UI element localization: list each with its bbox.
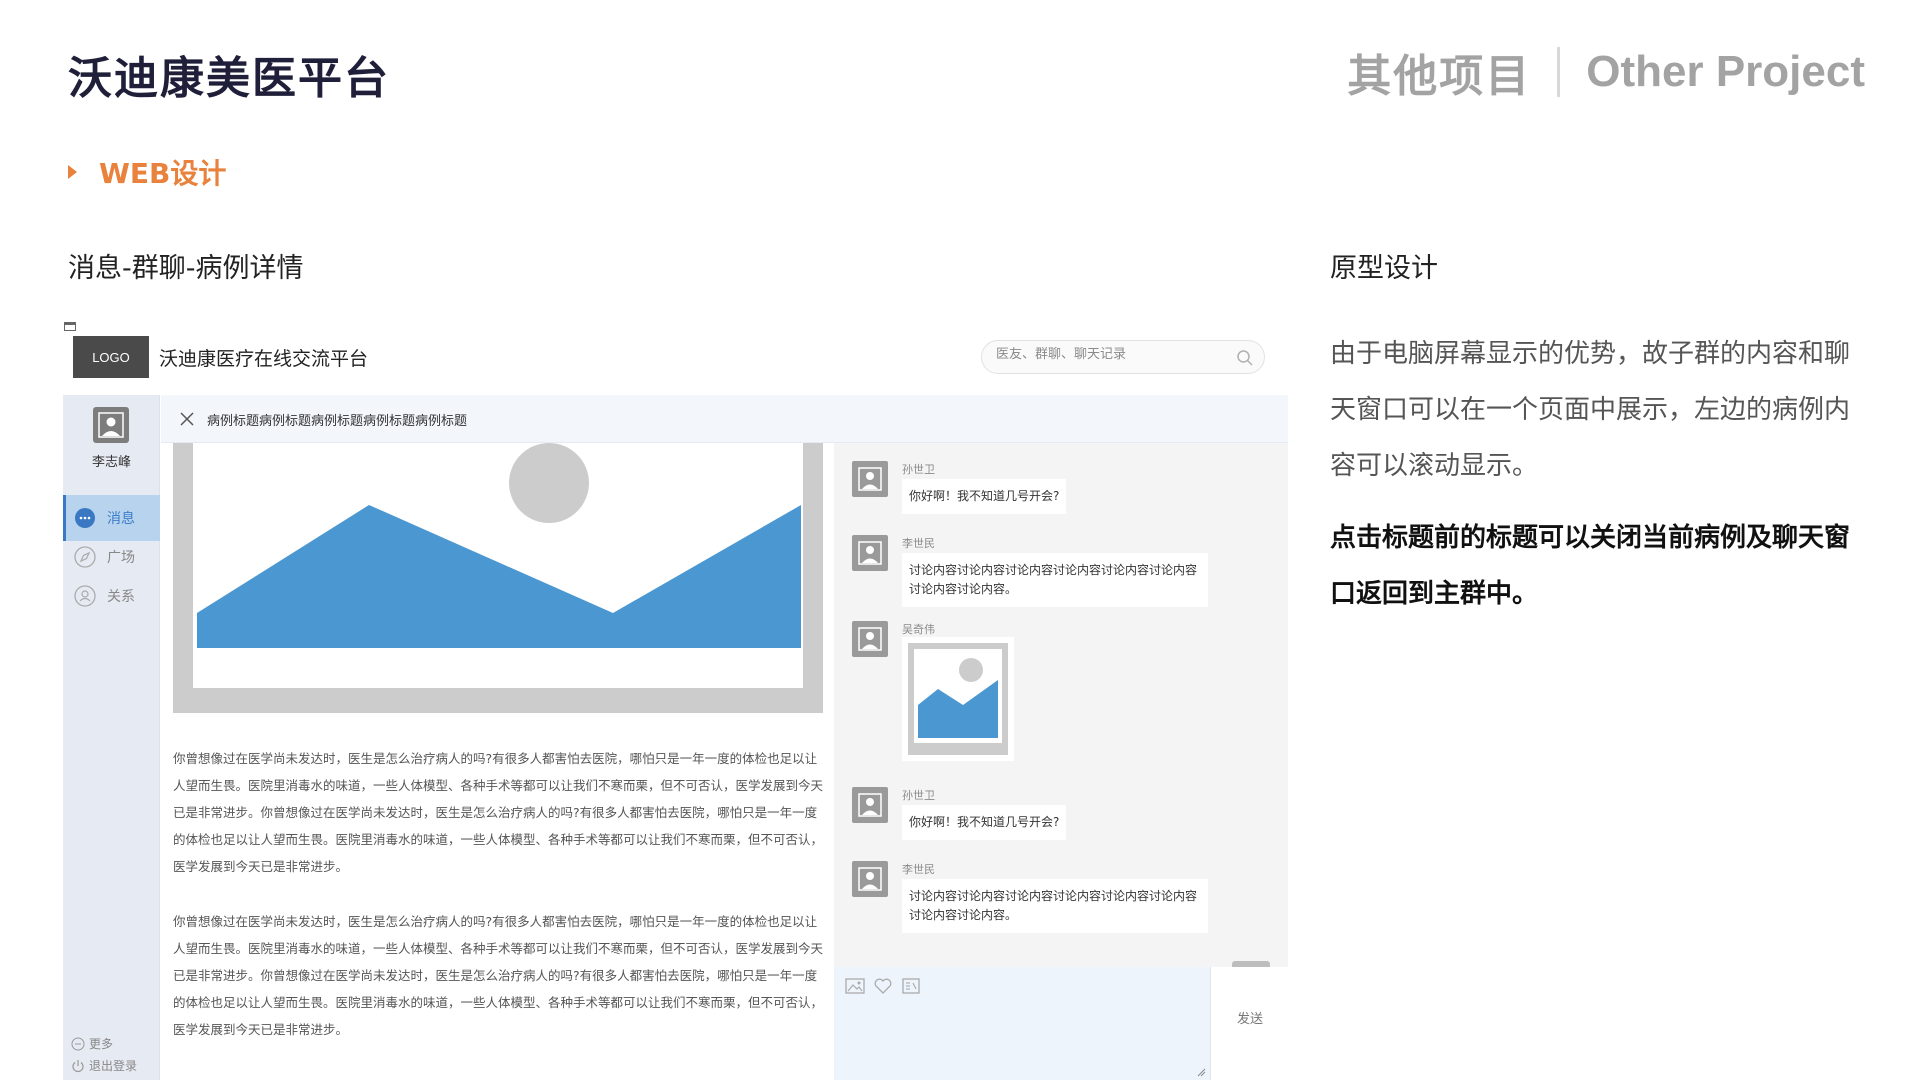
sidebar-item-label: 消息	[107, 511, 135, 527]
search-icon[interactable]	[1236, 349, 1254, 367]
chat-message: 李世民 讨论内容讨论内容讨论内容讨论内容讨论内容讨论内容讨论内容讨论内容。	[852, 861, 1272, 933]
logo[interactable]: LOGO	[73, 336, 149, 378]
chat-sender: 李世民	[902, 863, 935, 876]
sidebar-item-relations[interactable]: 关系	[63, 573, 160, 619]
chat-message: 孙世卫 你好啊！我不知道几号开会?	[852, 461, 1272, 521]
avatar[interactable]	[852, 535, 888, 571]
prototype-description: 由于电脑屏幕显示的优势，故子群的内容和聊天窗口可以在一个页面中展示，左边的病例内…	[1330, 339, 1851, 481]
avatar[interactable]	[93, 407, 129, 443]
chat-message: 吴奇伟	[852, 621, 1272, 781]
user-icon	[858, 467, 882, 491]
compass-icon	[74, 546, 96, 568]
more-label: 更多	[89, 1037, 114, 1051]
window-icon	[64, 322, 76, 331]
document-icon[interactable]	[900, 975, 922, 997]
case-image-placeholder	[173, 443, 823, 713]
chat-bubble: 讨论内容讨论内容讨论内容讨论内容讨论内容讨论内容讨论内容讨论内容。	[902, 879, 1208, 933]
avatar[interactable]	[852, 461, 888, 497]
chat-bubble: 你好啊！我不知道几号开会?	[902, 479, 1067, 514]
search-input[interactable]	[996, 347, 1226, 362]
search-box[interactable]	[981, 340, 1265, 374]
message-input[interactable]	[842, 1007, 1208, 1075]
chat-panel[interactable]: 孙世卫 你好啊！我不知道几号开会? 李世民 讨论内容讨论内容讨论内容讨论内容讨论…	[834, 443, 1288, 967]
logout-button[interactable]: 退出登录	[71, 1057, 137, 1074]
more-button[interactable]: 更多	[71, 1035, 113, 1052]
user-icon	[858, 541, 882, 565]
power-icon	[72, 1059, 84, 1072]
send-area: 发送	[1210, 967, 1288, 1080]
mockup-caption: 消息-群聊-病例详情	[68, 253, 304, 284]
close-icon[interactable]	[179, 411, 195, 427]
chat-sender: 孙世卫	[902, 789, 935, 802]
resize-handle-icon[interactable]	[1196, 1067, 1206, 1077]
user-name: 李志峰	[91, 455, 131, 470]
case-content[interactable]: 你曾想像过在医学尚未发达时，医生是怎么治疗病人的吗?有很多人都害怕去医院，哪怕只…	[161, 443, 834, 1080]
sidebar-item-label: 关系	[107, 589, 135, 605]
logout-label: 退出登录	[89, 1059, 138, 1073]
case-header: 病例标题病例标题病例标题病例标题病例标题	[161, 395, 1288, 443]
chat-sender: 孙世卫	[902, 463, 935, 476]
other-project-cn: 其他项目	[1347, 51, 1532, 102]
section-tag: WEB设计	[68, 152, 226, 192]
case-title: 病例标题病例标题病例标题病例标题病例标题	[207, 414, 468, 429]
case-paragraph: 你曾想像过在医学尚未发达时，医生是怎么治疗病人的吗?有很多人都害怕去医院，哪怕只…	[173, 751, 824, 874]
message-icon	[75, 508, 95, 528]
chat-sender: 吴奇伟	[902, 623, 935, 636]
page-title: 沃迪康美医平台	[68, 53, 390, 104]
chat-bubble: 讨论内容讨论内容讨论内容讨论内容讨论内容讨论内容讨论内容讨论内容。	[902, 553, 1208, 607]
header-right: 其他项目 Other Project	[1347, 42, 1865, 102]
user-icon	[858, 627, 882, 651]
prototype-title: 原型设计	[1330, 253, 1438, 284]
message-composer: 发送	[834, 967, 1288, 1080]
contacts-icon	[74, 585, 96, 607]
user-icon	[98, 412, 124, 438]
chat-message: 李世民 讨论内容讨论内容讨论内容讨论内容讨论内容讨论内容讨论内容讨论内容。	[852, 535, 1272, 607]
image-placeholder-icon	[173, 443, 823, 713]
avatar[interactable]	[852, 861, 888, 897]
send-button[interactable]: 发送	[1211, 997, 1289, 1037]
heart-icon[interactable]	[872, 975, 894, 997]
web-mockup: LOGO 沃迪康医疗在线交流平台 李志峰 消息	[63, 322, 1288, 1080]
app-name: 沃迪康医疗在线交流平台	[159, 348, 369, 370]
chat-bubble: 你好啊！我不知道几号开会?	[902, 805, 1067, 840]
avatar[interactable]	[852, 621, 888, 657]
user-icon	[858, 867, 882, 891]
chat-image[interactable]	[902, 637, 1014, 761]
section-tag-label: WEB设计	[99, 157, 227, 190]
other-project-en: Other Project	[1586, 47, 1865, 96]
case-paragraph: 你曾想像过在医学尚未发达时，医生是怎么治疗病人的吗?有很多人都害怕去医院，哪怕只…	[173, 914, 824, 1037]
chat-message: 孙世卫 你好啊！我不知道几号开会?	[852, 787, 1272, 847]
image-icon[interactable]	[844, 975, 866, 997]
sidebar: 李志峰 消息 广场 关系 更多 退出登录	[63, 395, 160, 1080]
triangle-right-icon	[68, 165, 77, 179]
header-divider	[1557, 47, 1561, 97]
avatar[interactable]	[852, 787, 888, 823]
more-icon	[71, 1037, 85, 1050]
sidebar-item-label: 广场	[107, 550, 135, 566]
chat-sender: 李世民	[902, 537, 935, 550]
image-placeholder-icon	[908, 643, 1008, 755]
prototype-note: 点击标题前的标题可以关闭当前病例及聊天窗口返回到主群中。	[1330, 523, 1851, 609]
user-icon	[858, 793, 882, 817]
